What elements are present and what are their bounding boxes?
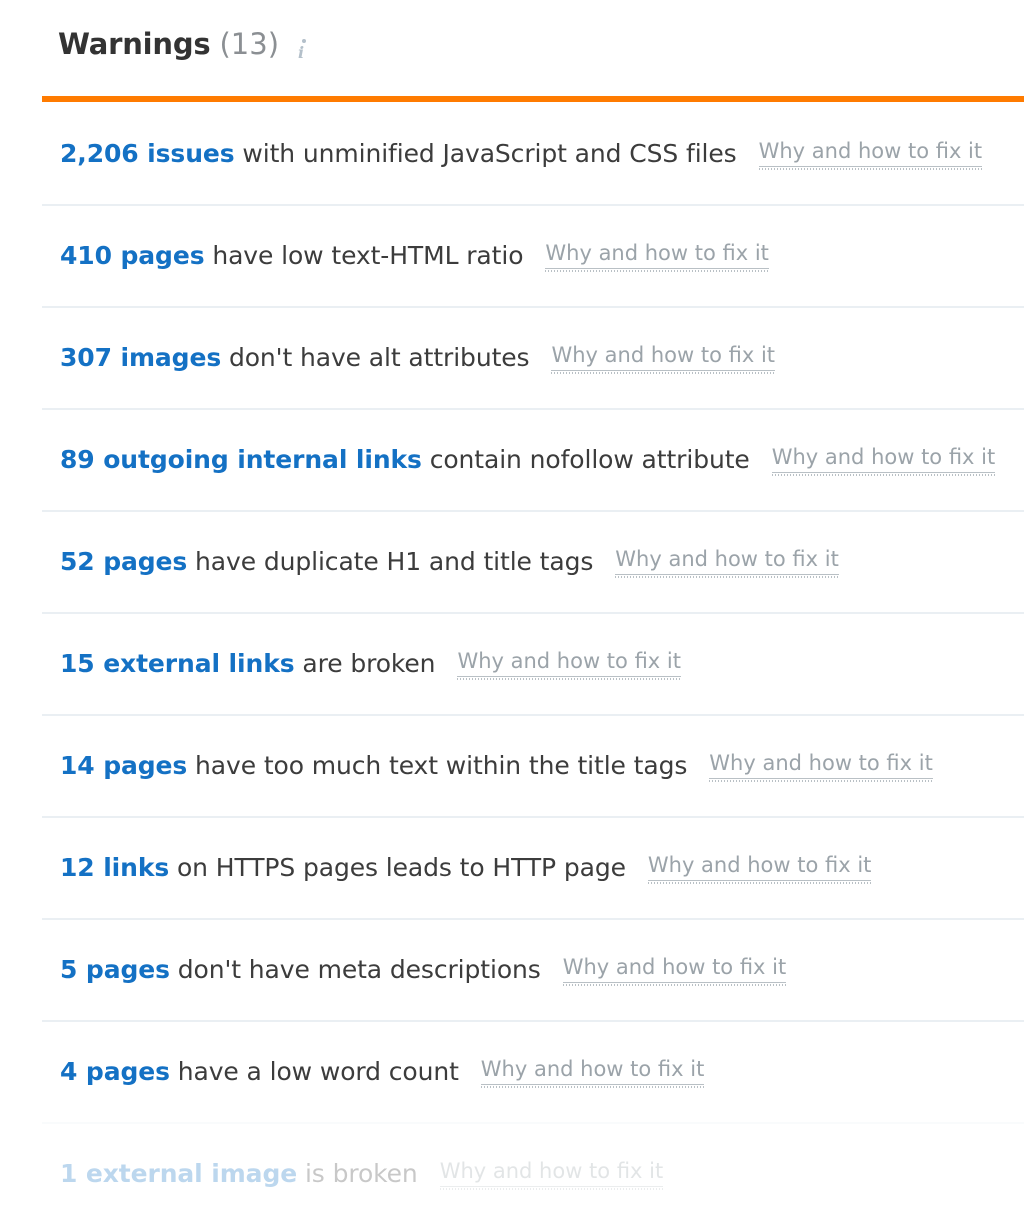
issue-row: 4 pages have a low word count Why and how…	[0, 1020, 1024, 1122]
issue-count-link[interactable]: 14 pages	[60, 751, 187, 780]
issue-count-link[interactable]: 5 pages	[60, 955, 170, 984]
issue-text: 1 external image is broken	[60, 1159, 418, 1188]
warnings-issue-list: 2,206 issues with unminified JavaScript …	[0, 102, 1024, 1224]
why-and-how-to-fix-it-link[interactable]: Why and how to fix it	[647, 853, 872, 884]
why-and-how-to-fix-it-link[interactable]: Why and how to fix it	[758, 139, 983, 170]
issue-text: 4 pages have a low word count	[60, 1057, 459, 1086]
issue-row: 89 outgoing internal links contain nofol…	[0, 408, 1024, 510]
why-and-how-to-fix-it-link[interactable]: Why and how to fix it	[545, 241, 769, 272]
issue-description: have too much text within the title tags	[187, 750, 688, 780]
issue-row: 12 links on HTTPS pages leads to HTTP pa…	[0, 816, 1024, 918]
why-and-how-to-fix-it-link[interactable]: Why and how to fix it	[480, 1057, 705, 1088]
issue-count-link[interactable]: 1 external image	[60, 1159, 297, 1188]
issue-count-link[interactable]: 89 outgoing internal links	[60, 445, 422, 474]
warnings-count: (13)	[219, 27, 280, 61]
issue-count-link[interactable]: 2,206 issues	[60, 139, 235, 168]
issue-description: contain nofollow attribute	[421, 444, 750, 474]
warnings-panel-header: Warnings (13) i	[0, 0, 1024, 62]
issue-text: 52 pages have duplicate H1 and title tag…	[60, 547, 593, 576]
issue-row: 5 pages don't have meta descriptions Why …	[0, 918, 1024, 1020]
issue-description: have a low word count	[169, 1056, 459, 1086]
issue-description: don't have meta descriptions	[169, 954, 541, 984]
issue-count-link[interactable]: 52 pages	[60, 547, 187, 576]
issue-description: have duplicate H1 and title tags	[187, 546, 594, 576]
issue-row: 1 external image is broken Why and how to…	[0, 1122, 1024, 1224]
why-and-how-to-fix-it-link[interactable]: Why and how to fix it	[562, 955, 787, 986]
why-and-how-to-fix-it-link[interactable]: Why and how to fix it	[709, 751, 933, 782]
issue-row: 15 external links are broken Why and how …	[0, 612, 1024, 714]
issue-description: are broken	[294, 648, 436, 678]
issue-description: don't have alt attributes	[221, 342, 530, 372]
issue-row: 2,206 issues with unminified JavaScript …	[0, 102, 1024, 204]
issue-text: 5 pages don't have meta descriptions	[60, 955, 541, 984]
issue-description: is broken	[297, 1158, 418, 1188]
issue-count-link[interactable]: 410 pages	[60, 241, 205, 270]
issue-row: 14 pages have too much text within the t…	[0, 714, 1024, 816]
issue-count-link[interactable]: 15 external links	[60, 649, 295, 678]
issue-count-link[interactable]: 12 links	[60, 853, 169, 882]
why-and-how-to-fix-it-link[interactable]: Why and how to fix it	[551, 343, 776, 374]
issue-description: with unminified JavaScript and CSS files	[234, 138, 737, 168]
issue-text: 14 pages have too much text within the t…	[60, 751, 687, 780]
issue-text: 410 pages have low text-HTML ratio	[60, 241, 523, 270]
info-icon[interactable]: i	[296, 37, 310, 62]
issue-count-link[interactable]: 307 images	[60, 343, 221, 372]
why-and-how-to-fix-it-link[interactable]: Why and how to fix it	[457, 649, 681, 680]
issue-text: 15 external links are broken	[60, 648, 436, 678]
issue-description: on HTTPS pages leads to HTTP page	[169, 852, 626, 882]
why-and-how-to-fix-it-link[interactable]: Why and how to fix it	[439, 1159, 664, 1190]
issue-text: 12 links on HTTPS pages leads to HTTP pa…	[60, 853, 626, 882]
page-title: Warnings	[58, 27, 211, 61]
info-icon-stem: i	[298, 43, 305, 62]
issue-row: 410 pages have low text-HTML ratio Why an…	[0, 204, 1024, 306]
issue-text: 307 images don't have alt attributes	[60, 342, 530, 372]
issue-row: 307 images don't have alt attributes Why …	[0, 306, 1024, 408]
issue-text: 89 outgoing internal links contain nofol…	[60, 445, 750, 474]
why-and-how-to-fix-it-link[interactable]: Why and how to fix it	[771, 445, 996, 476]
issue-count-link[interactable]: 4 pages	[60, 1057, 170, 1086]
issue-row: 52 pages have duplicate H1 and title tag…	[0, 510, 1024, 612]
issue-description: have low text-HTML ratio	[204, 240, 524, 270]
why-and-how-to-fix-it-link[interactable]: Why and how to fix it	[615, 547, 839, 578]
issue-text: 2,206 issues with unminified JavaScript …	[60, 139, 737, 168]
